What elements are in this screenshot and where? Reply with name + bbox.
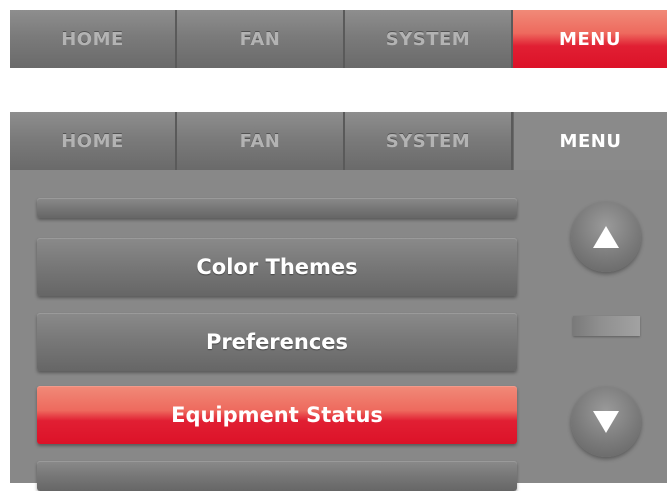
scroll-position-indicator [573, 316, 640, 336]
triangle-down-icon [593, 411, 619, 433]
tab-fan[interactable]: FAN [177, 112, 345, 170]
menu-item-partial-bottom[interactable] [37, 461, 517, 491]
menu-tab-bar: HOME FAN SYSTEM MENU [10, 112, 667, 170]
tab-home[interactable]: HOME [10, 10, 177, 68]
tab-home[interactable]: HOME [10, 112, 177, 170]
preferences-button[interactable]: Preferences [37, 313, 517, 371]
menu-item-partial-top[interactable] [37, 198, 517, 218]
triangle-up-icon [593, 226, 619, 248]
scroll-up-button[interactable] [571, 202, 641, 272]
equipment-status-button[interactable]: Equipment Status [37, 386, 517, 444]
color-themes-button[interactable]: Color Themes [37, 238, 517, 296]
scroll-down-button[interactable] [571, 387, 641, 457]
top-tab-bar: HOME FAN SYSTEM MENU [10, 10, 667, 68]
tab-system[interactable]: SYSTEM [345, 112, 513, 170]
tab-fan[interactable]: FAN [177, 10, 345, 68]
tab-menu[interactable]: MENU [513, 10, 667, 68]
tab-system[interactable]: SYSTEM [345, 10, 513, 68]
tab-menu[interactable]: MENU [513, 112, 667, 170]
menu-panel: Color Themes Preferences Equipment Statu… [10, 170, 667, 491]
